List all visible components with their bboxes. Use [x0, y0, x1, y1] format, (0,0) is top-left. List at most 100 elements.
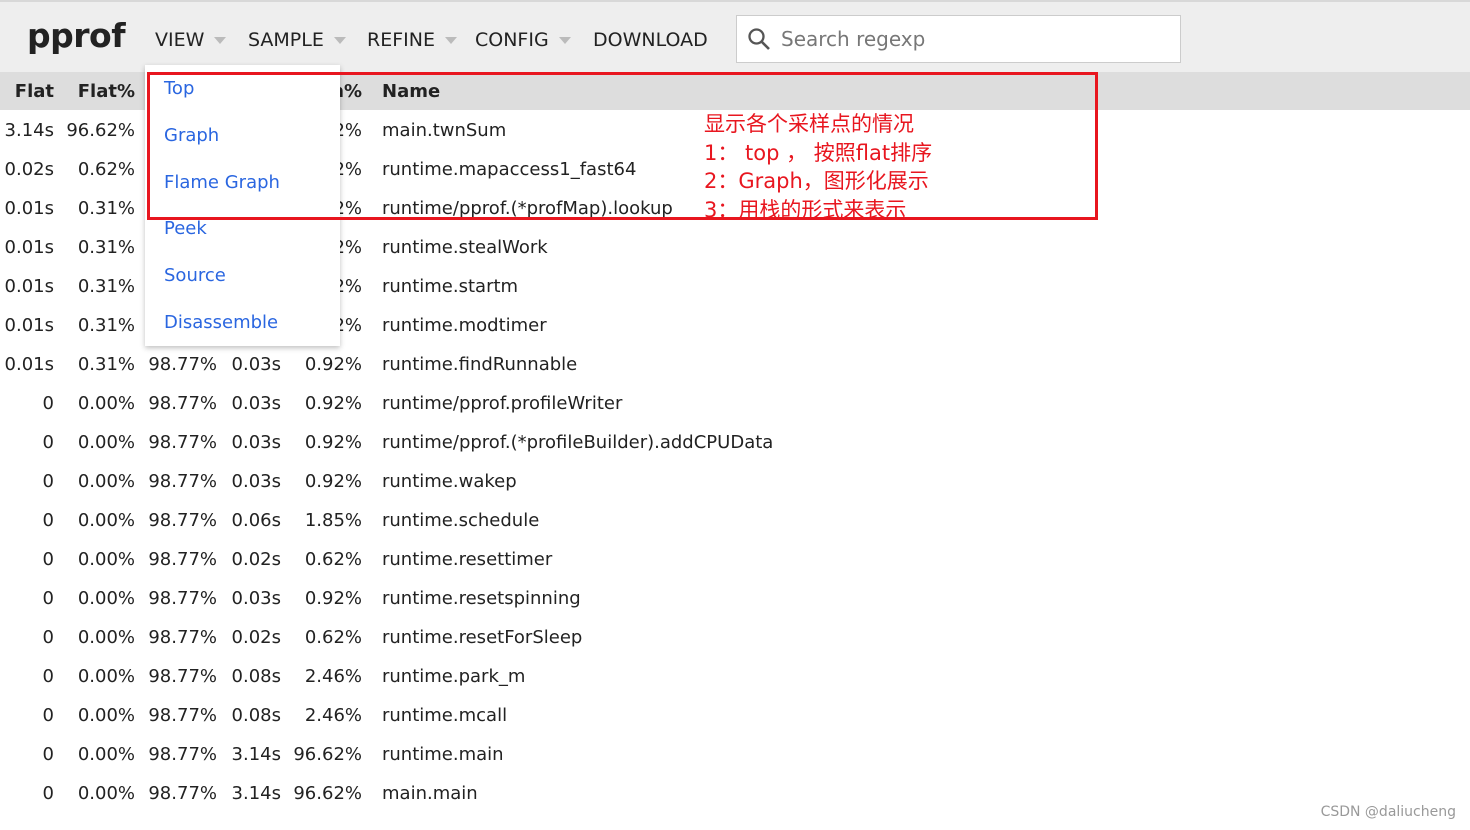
cell-flat: 0: [42, 432, 54, 453]
table-row[interactable]: 0 0.00% 98.77% 0.02s 0.62% runtime.resettimer: [0, 549, 1470, 588]
menu-item-top[interactable]: Top: [164, 78, 194, 99]
cell-name: runtime/pprof.profileWriter: [382, 393, 623, 414]
cell-cum: 0.03s: [231, 588, 281, 609]
cell-sum-pct: 98.77%: [148, 705, 217, 726]
cell-sum-pct: 98.77%: [148, 354, 217, 375]
menu-view[interactable]: VIEW: [155, 29, 227, 51]
cell-flat-pct: 0.00%: [77, 744, 135, 765]
header-name[interactable]: Name: [382, 81, 440, 102]
menu-sample[interactable]: SAMPLE: [248, 29, 346, 51]
cell-cum-pct: 0.62%: [304, 549, 362, 570]
cell-sum-pct: 98.77%: [148, 549, 217, 570]
cell-flat: 0: [42, 588, 54, 609]
cell-cum-pct: 0.62%: [304, 627, 362, 648]
cell-name: main.main: [382, 783, 478, 804]
cell-flat: 0.01s: [4, 198, 54, 219]
cell-cum: 3.14s: [231, 783, 281, 804]
cell-sum-pct: 98.77%: [148, 783, 217, 804]
cell-flat-pct: 0.31%: [77, 237, 135, 258]
app-logo: pprof: [27, 16, 126, 55]
menu-label: SAMPLE: [248, 29, 324, 51]
caret-down-icon: [333, 36, 346, 44]
menu-refine[interactable]: REFINE: [367, 29, 457, 51]
cell-sum-pct: 98.77%: [148, 432, 217, 453]
cell-name: runtime.resetspinning: [382, 588, 581, 609]
table-row[interactable]: 0.01s 0.31% 98.77% 0.03s 0.92% runtime.findRu…: [0, 354, 1470, 393]
cell-cum: 3.14s: [231, 744, 281, 765]
search-box[interactable]: [736, 15, 1181, 63]
cell-flat: 0: [42, 549, 54, 570]
cell-cum: 0.03s: [231, 393, 281, 414]
cell-flat: 0.01s: [4, 276, 54, 297]
cell-cum-pct: 0.92%: [304, 432, 362, 453]
menu-config[interactable]: CONFIG: [475, 29, 571, 51]
cell-flat-pct: 0.31%: [77, 354, 135, 375]
cell-flat-pct: 0.31%: [77, 276, 135, 297]
table-row[interactable]: 0 0.00% 98.77% 3.14s 96.62% runtime.main: [0, 744, 1470, 783]
cell-flat-pct: 0.62%: [77, 159, 135, 180]
cell-flat-pct: 0.00%: [77, 393, 135, 414]
header-flat[interactable]: Flat: [15, 81, 54, 102]
menu-label: REFINE: [367, 29, 435, 51]
cell-name: runtime.mapaccess1_fast64: [382, 159, 637, 180]
menu-label: VIEW: [155, 29, 205, 51]
cell-flat-pct: 0.00%: [77, 705, 135, 726]
cell-flat-pct: 96.62%: [66, 120, 135, 141]
menu-label: CONFIG: [475, 29, 549, 51]
menu-item-disassemble[interactable]: Disassemble: [164, 312, 278, 333]
table-row[interactable]: 0 0.00% 98.77% 0.08s 2.46% runtime.mcall: [0, 705, 1470, 744]
cell-flat-pct: 0.00%: [77, 627, 135, 648]
annotation-line: 2：Graph，图形化展示: [704, 169, 929, 193]
cell-sum-pct: 98.77%: [148, 744, 217, 765]
menu-item-graph[interactable]: Graph: [164, 125, 219, 146]
cell-sum-pct: 98.77%: [148, 588, 217, 609]
table-row[interactable]: 0 0.00% 98.77% 3.14s 96.62% main.main: [0, 783, 1470, 822]
menu-item-peek[interactable]: Peek: [164, 218, 207, 239]
cell-flat: 0: [42, 783, 54, 804]
menu-download[interactable]: DOWNLOAD: [593, 29, 708, 51]
cell-sum-pct: 98.77%: [148, 510, 217, 531]
cell-flat: 0: [42, 666, 54, 687]
cell-flat: 0.01s: [4, 315, 54, 336]
cell-name: runtime/pprof.(*profileBuilder).addCPUDa…: [382, 432, 774, 453]
cell-sum-pct: 98.77%: [148, 627, 217, 648]
caret-down-icon: [214, 36, 227, 44]
header-flat-pct[interactable]: Flat%: [78, 81, 135, 102]
cell-flat: 0: [42, 393, 54, 414]
cell-name: runtime.wakep: [382, 471, 517, 492]
cell-flat: 0.01s: [4, 354, 54, 375]
table-row[interactable]: 0 0.00% 98.77% 0.03s 0.92% runtime/pprof.prof…: [0, 393, 1470, 432]
menu-item-source[interactable]: Source: [164, 265, 226, 286]
cell-cum: 0.06s: [231, 510, 281, 531]
menu-label: DOWNLOAD: [593, 29, 708, 51]
search-icon: [748, 28, 770, 50]
cell-flat: 0: [42, 471, 54, 492]
table-row[interactable]: 0 0.00% 98.77% 0.02s 0.62% runtime.resetForSl…: [0, 627, 1470, 666]
menu-item-flame-graph[interactable]: Flame Graph: [164, 172, 280, 193]
cell-flat-pct: 0.00%: [77, 432, 135, 453]
cell-cum: 0.03s: [231, 471, 281, 492]
cell-cum-pct: 2.46%: [304, 705, 362, 726]
view-dropdown: Top Graph Flame Graph Peek Source Disassemble: [145, 65, 340, 346]
cell-flat-pct: 0.00%: [77, 549, 135, 570]
cell-flat: 0: [42, 744, 54, 765]
search-input[interactable]: [781, 27, 1161, 51]
cell-cum: 0.08s: [231, 666, 281, 687]
table-row[interactable]: 0 0.00% 98.77% 0.06s 1.85% runtime.schedule: [0, 510, 1470, 549]
table-row[interactable]: 0 0.00% 98.77% 0.03s 0.92% runtime.wakep: [0, 471, 1470, 510]
table-row[interactable]: 0 0.00% 98.77% 0.03s 0.92% runtime/pprof.(*pr…: [0, 432, 1470, 471]
cell-name: runtime.schedule: [382, 510, 540, 531]
cell-name: runtime.modtimer: [382, 315, 547, 336]
cell-name: runtime.resettimer: [382, 549, 553, 570]
cell-flat-pct: 0.00%: [77, 588, 135, 609]
cell-cum-pct: 2.46%: [304, 666, 362, 687]
cell-flat-pct: 0.00%: [77, 783, 135, 804]
table-row[interactable]: 0 0.00% 98.77% 0.08s 2.46% runtime.park_m: [0, 666, 1470, 705]
annotation-line: 1： top ， 按照flat排序: [704, 140, 933, 165]
cell-cum-pct: 0.92%: [304, 393, 362, 414]
cell-flat: 3.14s: [4, 120, 54, 141]
table-row[interactable]: 0 0.00% 98.77% 0.03s 0.92% runtime.resetspinn…: [0, 588, 1470, 627]
cell-sum-pct: 98.77%: [148, 471, 217, 492]
cell-name: runtime/pprof.(*profMap).lookup: [382, 198, 673, 219]
cell-sum-pct: 98.77%: [148, 393, 217, 414]
